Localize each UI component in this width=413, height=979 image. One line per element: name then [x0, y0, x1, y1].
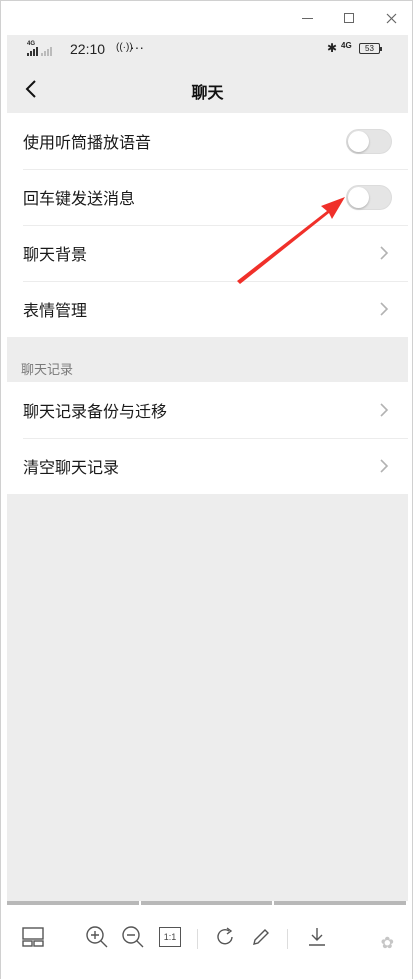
- chevron-right-icon: [380, 302, 389, 316]
- setting-label: 聊天记录备份与迁移: [23, 402, 168, 421]
- download-button[interactable]: [303, 923, 331, 951]
- maximize-button[interactable]: [339, 9, 359, 27]
- minimize-icon: [301, 17, 313, 19]
- viewer-scrollbar[interactable]: [7, 901, 407, 905]
- minimize-button[interactable]: [297, 9, 317, 27]
- thumbnails-icon: [22, 927, 44, 947]
- rotate-button[interactable]: [211, 923, 239, 951]
- zoom-out-icon: [122, 926, 144, 948]
- setting-label: 回车键发送消息: [23, 189, 136, 208]
- setting-label: 使用听筒播放语音: [23, 133, 152, 152]
- viewer-toolbar: 1:1: [1, 907, 412, 979]
- setting-sticker-management[interactable]: 表情管理: [7, 281, 408, 337]
- lte-indicator: 4G: [341, 41, 352, 50]
- setting-chat-background[interactable]: 聊天背景: [7, 225, 408, 281]
- close-icon: [386, 13, 396, 23]
- close-button[interactable]: [381, 9, 401, 27]
- setting-label: 表情管理: [23, 301, 88, 320]
- chevron-right-icon: [380, 246, 389, 260]
- setting-clear-history[interactable]: 清空聊天记录: [7, 438, 408, 494]
- toggle-knob: [348, 187, 369, 208]
- status-time: 22:10: [70, 41, 106, 57]
- enter-send-toggle[interactable]: [346, 185, 392, 210]
- page-title: 聊天: [191, 83, 224, 102]
- toolbar-divider: [197, 929, 198, 949]
- settings-group-history: 聊天记录备份与迁移 清空聊天记录: [7, 382, 408, 494]
- zoom-in-button[interactable]: [83, 923, 111, 951]
- battery-icon: 53: [359, 43, 382, 54]
- setting-label: 清空聊天记录: [23, 458, 120, 477]
- chevron-right-icon: [380, 459, 389, 473]
- toggle-knob: [348, 131, 369, 152]
- actual-size-button[interactable]: 1:1: [156, 923, 184, 951]
- navigation-bar: 聊天: [7, 65, 408, 113]
- chevron-right-icon: [380, 403, 389, 417]
- setting-label: 聊天背景: [23, 245, 88, 264]
- download-icon: [309, 928, 325, 946]
- edit-button[interactable]: [247, 923, 275, 951]
- bluetooth-icon: ✱: [327, 41, 338, 55]
- edit-icon: [253, 929, 269, 945]
- watermark-logo: ✿: [380, 933, 394, 952]
- setting-backup-migrate[interactable]: 聊天记录备份与迁移: [7, 382, 408, 438]
- window-title-bar: [1, 1, 412, 35]
- status-bar: 4G 22:10 ((·)) ··· ✱ 4G 53: [7, 35, 408, 65]
- setting-earpiece-voice[interactable]: 使用听筒播放语音: [7, 113, 408, 169]
- actual-size-icon: 1:1: [159, 927, 181, 947]
- earpiece-toggle[interactable]: [346, 129, 392, 154]
- rotate-icon: [217, 927, 233, 945]
- thumbnails-button[interactable]: [19, 923, 47, 951]
- settings-group-general: 使用听筒播放语音 回车键发送消息 聊天背景 表情管理: [7, 113, 408, 337]
- toolbar-divider: [287, 929, 288, 949]
- section-title-chat-history: 聊天记录: [7, 337, 408, 382]
- setting-enter-to-send[interactable]: 回车键发送消息: [7, 169, 408, 225]
- actual-size-label: 1:1: [163, 932, 177, 942]
- maximize-icon: [344, 13, 354, 23]
- more-notifications-icon: ···: [130, 39, 144, 55]
- phone-screen: 4G 22:10 ((·)) ··· ✱ 4G 53 聊天 使用听筒播放语音 回…: [7, 35, 408, 901]
- zoom-out-button[interactable]: [119, 923, 147, 951]
- signal-icon: [27, 47, 52, 56]
- zoom-in-icon: [86, 926, 108, 948]
